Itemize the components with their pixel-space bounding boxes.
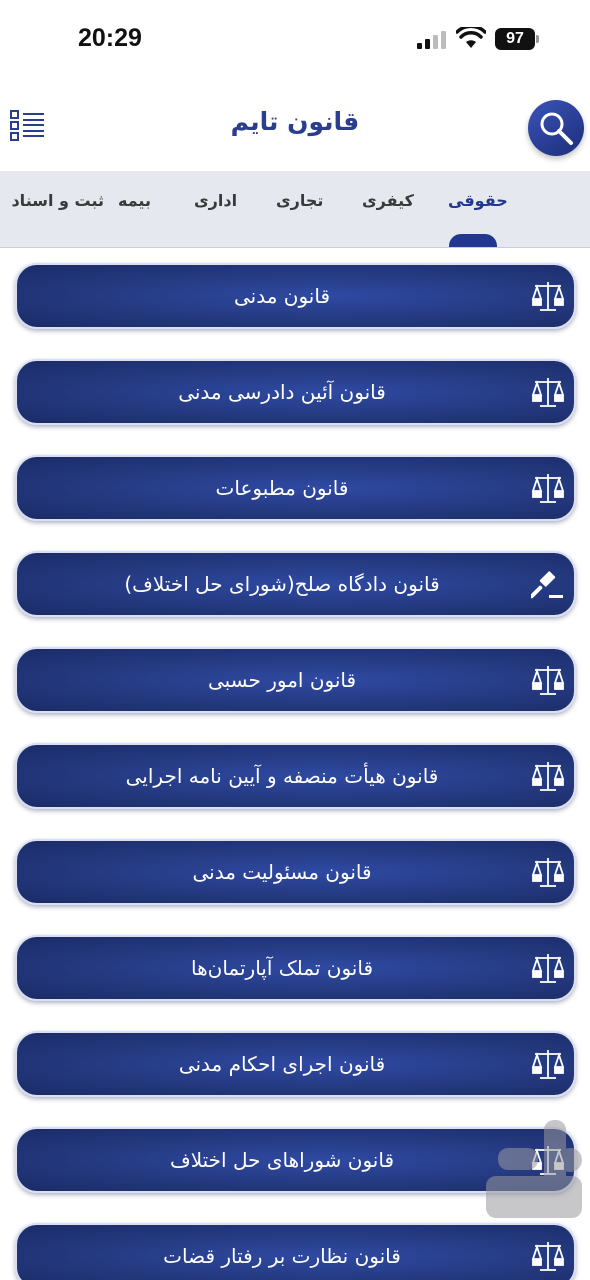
scales-icon (531, 1050, 565, 1079)
status-time: 20:29 (78, 24, 142, 52)
law-item-matbuat[interactable]: قانون مطبوعات (15, 455, 576, 521)
store-watermark-icon (486, 1120, 582, 1218)
cellular-signal-icon (417, 31, 446, 49)
law-item-nezarat-raftar-ghozat[interactable]: قانون نظارت بر رفتار قضات (15, 1223, 576, 1280)
law-item-ayin-dadrasi[interactable]: قانون آئین دادرسی مدنی (15, 359, 576, 425)
search-icon (540, 112, 573, 145)
scales-icon (531, 858, 565, 887)
law-item-label: قانون اجرای احکام مدنی (178, 1052, 386, 1076)
category-tabs: حقوقی کیفری تجاری اداری بیمه ثبت و اسناد (0, 171, 590, 248)
battery-icon: 97 (495, 28, 539, 50)
app-header: قانون تایم (0, 85, 590, 171)
law-item-label: قانون شوراهای حل اختلاف (169, 1148, 395, 1172)
law-item-label: قانون مسئولیت مدنی (192, 860, 372, 884)
law-item-ejraye-ahkam[interactable]: قانون اجرای احکام مدنی (15, 1031, 576, 1097)
scales-icon (531, 954, 565, 983)
law-item-label: قانون مدنی (233, 284, 331, 308)
status-bar: 20:29 97 (0, 0, 590, 80)
scales-icon (531, 666, 565, 695)
law-item-masuliat-madani[interactable]: قانون مسئولیت مدنی (15, 839, 576, 905)
tab-edari[interactable]: اداری (194, 191, 237, 210)
gavel-icon (531, 571, 563, 599)
law-item-label: قانون امور حسبی (207, 668, 357, 692)
law-item-label: قانون مطبوعات (215, 476, 349, 500)
app-title: قانون تایم (230, 107, 360, 136)
scales-icon (531, 474, 565, 503)
tab-tejari[interactable]: تجاری (276, 191, 323, 210)
tab-bimeh[interactable]: بیمه (118, 191, 151, 210)
law-item-hayat-monsefe[interactable]: قانون هیأت منصفه و آیین نامه اجرایی (15, 743, 576, 809)
tab-sabt-asnad[interactable]: ثبت و اسناد (0, 191, 104, 210)
active-tab-indicator (449, 234, 497, 247)
tab-keyfari[interactable]: کیفری (362, 191, 414, 210)
law-item-tamalok-apartman[interactable]: قانون تملک آپارتمان‌ها (15, 935, 576, 1001)
battery-level: 97 (495, 28, 535, 50)
law-item-label: قانون تملک آپارتمان‌ها (190, 956, 374, 980)
tab-hoghoghi[interactable]: حقوقی (448, 191, 508, 210)
law-item-label: قانون هیأت منصفه و آیین نامه اجرایی (125, 764, 439, 788)
scales-icon (531, 378, 565, 407)
scales-icon (531, 762, 565, 791)
law-item-label: قانون نظارت بر رفتار قضات (163, 1244, 401, 1268)
search-button[interactable] (528, 100, 584, 156)
law-item-label: قانون آئین دادرسی مدنی (178, 380, 386, 404)
law-item-label: قانون دادگاه صلح(شورای حل اختلاف) (124, 572, 440, 596)
law-item-omur-hasbi[interactable]: قانون امور حسبی (15, 647, 576, 713)
wifi-icon (456, 27, 486, 48)
scales-icon (531, 1242, 565, 1271)
law-item-dadgah-solh[interactable]: قانون دادگاه صلح(شورای حل اختلاف) (15, 551, 576, 617)
scales-icon (531, 282, 565, 311)
law-item-madani[interactable]: قانون مدنی (15, 263, 576, 329)
